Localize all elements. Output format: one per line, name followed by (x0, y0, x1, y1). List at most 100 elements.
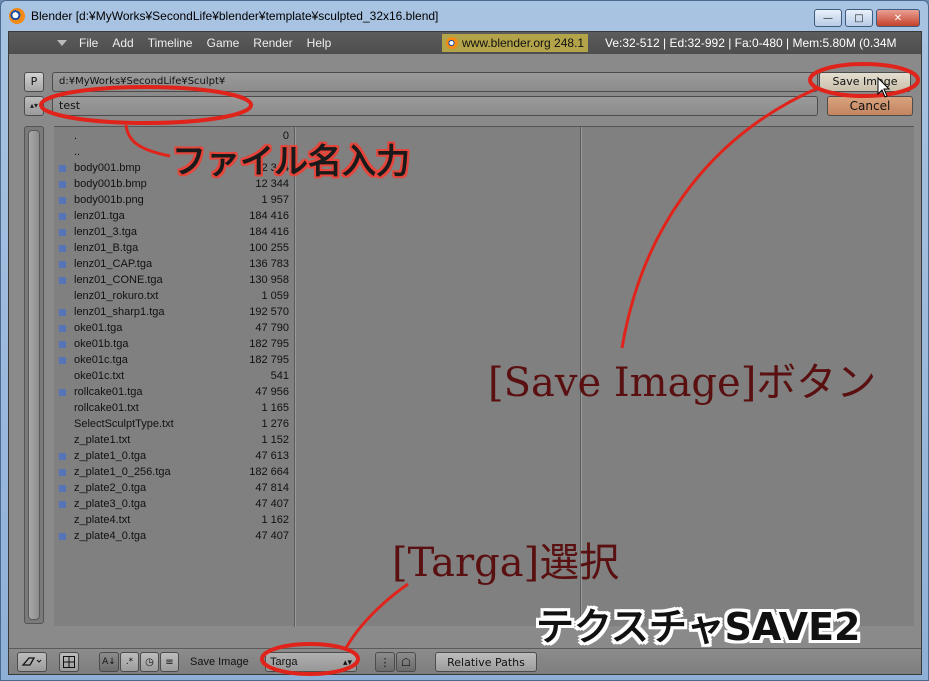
file-row[interactable]: lenz01_CONE.tga 130 958 (54, 272, 294, 288)
image-file-icon (59, 533, 66, 540)
relative-paths-button[interactable]: Relative Paths (435, 652, 537, 672)
file-name: lenz01_rokuro.txt (74, 290, 159, 302)
image-file-icon (59, 325, 66, 332)
file-size: 1 276 (261, 418, 289, 430)
file-row[interactable]: z_plate1_0_256.tga 182 664 (54, 464, 294, 480)
window-type-menu[interactable] (17, 652, 47, 672)
file-row[interactable]: oke01.tga 47 790 (54, 320, 294, 336)
file-row[interactable]: SelectSculptType.txt 1 276 (54, 416, 294, 432)
file-name: body001b.png (74, 194, 144, 206)
menu-render[interactable]: Render (253, 36, 292, 50)
menu-collapse-icon[interactable] (57, 40, 67, 46)
file-size: 0 (282, 130, 289, 142)
file-name: rollcake01.tga (74, 386, 143, 398)
file-name: oke01b.tga (74, 338, 129, 350)
filename-field[interactable]: test (52, 96, 818, 116)
cancel-button[interactable]: Cancel (827, 96, 913, 116)
image-file-icon (59, 213, 66, 220)
file-row[interactable]: lenz01_B.tga 100 255 (54, 240, 294, 256)
file-row[interactable]: rollcake01.tga 47 956 (54, 384, 294, 400)
image-file-icon (59, 389, 66, 396)
window-controls: — □ ✕ (814, 9, 920, 27)
minimize-button[interactable]: — (814, 9, 842, 27)
file-row[interactable]: z_plate1.txt 1 152 (54, 432, 294, 448)
file-row[interactable]: rollcake01.txt 1 165 (54, 400, 294, 416)
menu-file[interactable]: File (79, 36, 98, 50)
image-file-icon (59, 469, 66, 476)
file-row[interactable]: oke01c.tga 182 795 (54, 352, 294, 368)
image-file-icon (59, 165, 66, 172)
file-row[interactable]: z_plate2_0.tga 47 814 (54, 480, 294, 496)
image-file-icon (59, 197, 66, 204)
directory-field[interactable]: d:¥MyWorks¥SecondLife¥Sculpt¥ (52, 72, 818, 92)
file-row[interactable]: z_plate4_0.tga 47 407 (54, 528, 294, 544)
file-row[interactable]: lenz01_rokuro.txt 1 059 (54, 288, 294, 304)
file-row[interactable]: lenz01_sharp1.tga 192 570 (54, 304, 294, 320)
file-row[interactable]: oke01c.txt 541 (54, 368, 294, 384)
blender-logo-icon (446, 37, 458, 49)
file-list-scrollbar[interactable] (24, 126, 44, 624)
file-name: z_plate3_0.tga (74, 498, 147, 510)
file-name: z_plate4.txt (74, 514, 131, 526)
scrollbar-thumb[interactable] (28, 130, 40, 620)
menu-bar: File Add Timeline Game Render Help www.b… (9, 32, 921, 54)
file-row[interactable]: z_plate3_0.tga 47 407 (54, 496, 294, 512)
file-name: z_plate1_0_256.tga (74, 466, 171, 478)
title-bar[interactable]: Blender [d:¥MyWorks¥SecondLife¥blender¥t… (1, 1, 928, 31)
menu-game[interactable]: Game (207, 36, 240, 50)
file-row[interactable]: .. 0 (54, 144, 294, 160)
file-row[interactable]: oke01b.tga 182 795 (54, 336, 294, 352)
file-size: 1 162 (261, 514, 289, 526)
scene-stats: Ve:32-512 | Ed:32-992 | Fa:0-480 | Mem:5… (605, 36, 897, 50)
image-format-select[interactable]: Targa ▴▾ (265, 652, 357, 672)
filename-stepper[interactable]: ▴▾ (24, 96, 44, 116)
file-name: . (74, 130, 78, 142)
menu-help[interactable]: Help (307, 36, 332, 50)
image-file-icon (59, 357, 66, 364)
file-row[interactable]: z_plate1_0.tga 47 613 (54, 448, 294, 464)
file-list-area: . 0.. 0 body001.bmp 12 344 body001b.bmp 12 344… (54, 126, 914, 627)
ghost-icon: ☖ (401, 655, 411, 669)
maximize-button[interactable]: □ (845, 9, 873, 27)
sort-time-button[interactable]: ◷ (140, 652, 159, 672)
file-size: 47 814 (255, 482, 289, 494)
sort-size-button[interactable]: ≡ (160, 652, 179, 672)
file-name: lenz01_sharp1.tga (74, 306, 165, 318)
blender-client-area: File Add Timeline Game Render Help www.b… (8, 31, 922, 675)
file-row[interactable]: body001b.bmp 12 344 (54, 176, 294, 192)
file-size: 182 664 (249, 466, 289, 478)
menu-timeline[interactable]: Timeline (148, 36, 193, 50)
menu-add[interactable]: Add (112, 36, 133, 50)
file-name: oke01c.txt (74, 370, 125, 382)
blender-window: Blender [d:¥MyWorks¥SecondLife¥blender¥t… (0, 0, 929, 681)
clock-icon: ◷ (145, 656, 154, 668)
file-name: oke01.tga (74, 322, 123, 334)
file-browser-icon (21, 657, 42, 666)
parent-directory-button[interactable]: P (24, 72, 44, 92)
ghost-toggle[interactable]: ☖ (396, 652, 416, 672)
details-toggle[interactable]: ⋮ (375, 652, 395, 672)
file-size: 47 956 (255, 386, 289, 398)
file-row[interactable]: body001.bmp 12 344 (54, 160, 294, 176)
file-size: 47 613 (255, 450, 289, 462)
file-row[interactable]: lenz01_3.tga 184 416 (54, 224, 294, 240)
file-name: body001.bmp (74, 162, 141, 174)
file-row[interactable]: lenz01_CAP.tga 136 783 (54, 256, 294, 272)
save-image-label: Save Image (190, 656, 249, 668)
sort-alpha-button[interactable]: A↓ (99, 652, 119, 672)
file-row[interactable]: lenz01.tga 184 416 (54, 208, 294, 224)
file-size: 136 783 (249, 258, 289, 270)
list-lines-icon: ≡ (165, 656, 174, 668)
close-button[interactable]: ✕ (876, 9, 920, 27)
file-name: lenz01.tga (74, 210, 125, 222)
file-size: 1 165 (261, 402, 289, 414)
file-size: 182 795 (249, 354, 289, 366)
image-file-icon (59, 485, 66, 492)
file-row[interactable]: .0 (54, 128, 294, 144)
file-size: 182 795 (249, 338, 289, 350)
file-row[interactable]: z_plate4.txt 1 162 (54, 512, 294, 528)
save-image-button[interactable]: Save Image (819, 72, 911, 92)
fullscreen-toggle[interactable] (59, 652, 79, 672)
file-row[interactable]: body001b.png 1 957 (54, 192, 294, 208)
sort-ext-button[interactable]: .* (120, 652, 139, 672)
